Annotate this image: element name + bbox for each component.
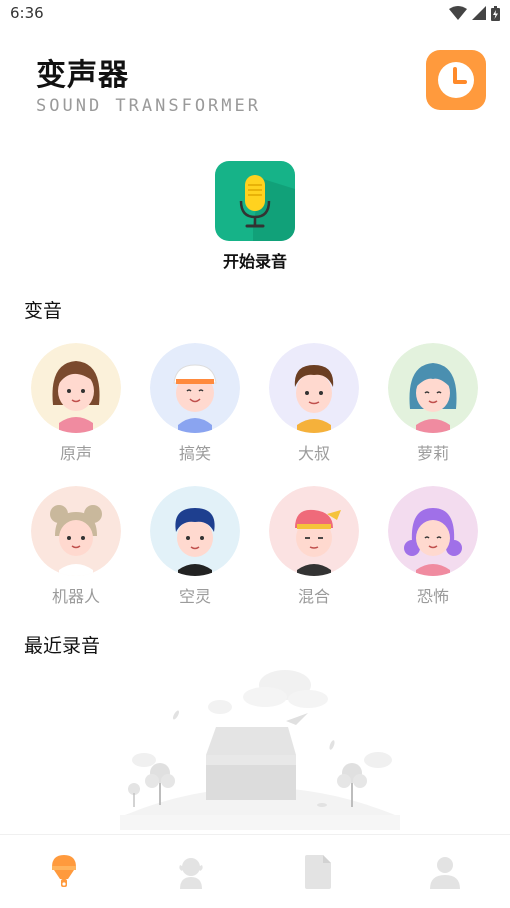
user-icon (429, 856, 460, 889)
wifi-icon (449, 6, 467, 20)
avatar-original (31, 343, 121, 433)
bottom-nav (0, 834, 510, 908)
voice-option-loli[interactable]: 萝莉 (383, 343, 483, 473)
clock-icon (438, 62, 474, 98)
avatar-funny (150, 343, 240, 433)
empty-state-illustration (120, 670, 400, 830)
voice-option-horror[interactable]: 恐怖 (383, 486, 483, 616)
person-voice-icon (178, 857, 203, 889)
avatar-loli (388, 343, 478, 433)
voice-section-title: 变音 (24, 300, 63, 322)
app-title: 变声器 (36, 58, 129, 93)
history-button[interactable] (426, 50, 486, 110)
voice-option-robot[interactable]: 机器人 (26, 486, 126, 616)
avatar-horror (388, 486, 478, 576)
voice-option-mixed[interactable]: 混合 (264, 486, 364, 616)
microphone-icon (215, 161, 295, 241)
voice-label: 原声 (59, 444, 92, 463)
app-subtitle: SOUND TRANSFORMER (36, 96, 261, 116)
avatar-robot (31, 486, 121, 576)
recent-section-title: 最近录音 (24, 635, 101, 657)
status-icons (449, 5, 500, 21)
voice-option-ethereal[interactable]: 空灵 (145, 486, 245, 616)
tab-record[interactable] (0, 835, 127, 908)
tab-profile[interactable] (381, 835, 508, 908)
avatar-mixed (269, 486, 359, 576)
voice-label: 搞笑 (178, 444, 211, 463)
voice-option-original[interactable]: 原声 (26, 343, 126, 473)
start-recording-label: 开始录音 (222, 252, 287, 271)
avatar-uncle (269, 343, 359, 433)
avatar-ethereal (150, 486, 240, 576)
voice-label: 空灵 (178, 587, 211, 606)
tab-voice-change[interactable] (127, 835, 254, 908)
microphone-icon (51, 854, 76, 887)
voice-option-uncle[interactable]: 大叔 (264, 343, 364, 473)
status-bar: 6:36 (0, 0, 510, 28)
signal-icon (472, 6, 486, 20)
voice-label: 萝莉 (416, 444, 449, 463)
voice-option-funny[interactable]: 搞笑 (145, 343, 245, 473)
battery-icon (491, 5, 500, 21)
voice-label: 混合 (297, 587, 330, 606)
start-recording-button[interactable] (215, 161, 295, 241)
voice-label: 机器人 (51, 587, 100, 606)
voice-label: 恐怖 (416, 587, 449, 606)
status-time: 6:36 (10, 4, 44, 22)
document-icon (304, 854, 331, 889)
voice-label: 大叔 (297, 444, 330, 463)
tab-files[interactable] (254, 835, 381, 908)
